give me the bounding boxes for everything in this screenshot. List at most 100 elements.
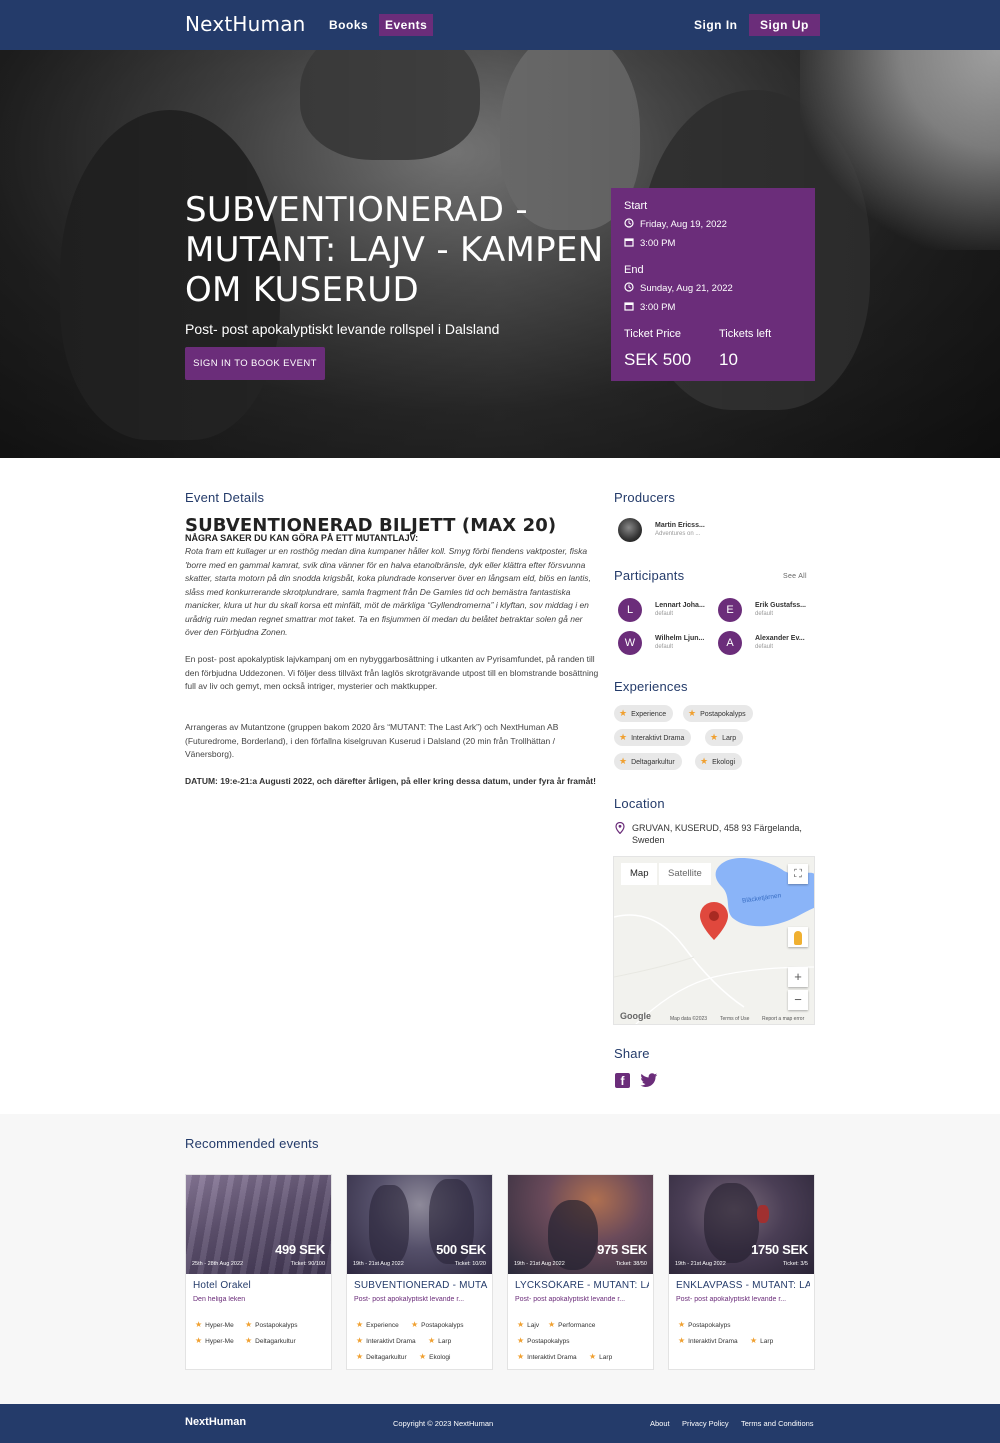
event-card[interactable]: 499 SEK 25th - 28th Aug 2022 Ticket: 90/… bbox=[185, 1174, 332, 1370]
event-date: 19th - 21st Aug 2022 bbox=[675, 1261, 726, 1267]
event-card-title: LYCKSÖKARE - MUTANT: LAJ... bbox=[515, 1280, 649, 1291]
event-tag: ★ Postapokalyps bbox=[245, 1320, 297, 1329]
thumbnail-figure bbox=[369, 1185, 409, 1265]
tag-label: Postapokalyps bbox=[688, 1322, 731, 1329]
google-logo: Google bbox=[620, 1011, 651, 1021]
event-price: 499 SEK bbox=[275, 1242, 325, 1257]
share-heading: Share bbox=[614, 1046, 650, 1061]
event-thumbnail: 1750 SEK 19th - 21st Aug 2022 Ticket: 3/… bbox=[669, 1175, 814, 1274]
start-date: Friday, Aug 19, 2022 bbox=[640, 219, 727, 230]
participant-role: default bbox=[655, 611, 674, 617]
event-tickets: Ticket: 90/100 bbox=[290, 1261, 325, 1267]
star-icon: ★ bbox=[619, 756, 628, 766]
location-map[interactable]: Bläcketjärnen Map Satellite ⛶ + − Google… bbox=[613, 856, 815, 1025]
event-card[interactable]: 1750 SEK 19th - 21st Aug 2022 Ticket: 3/… bbox=[668, 1174, 815, 1370]
footer-about-link[interactable]: About bbox=[650, 1419, 670, 1428]
event-card-subtitle: Post- post apokalyptiskt levande r... bbox=[515, 1296, 626, 1303]
zoom-out-icon[interactable]: − bbox=[788, 990, 808, 1010]
tag-label: Interaktivt Drama bbox=[366, 1338, 416, 1345]
star-icon: ★ bbox=[517, 1352, 525, 1361]
participant-name: Wilhelm Ljun... bbox=[655, 635, 705, 642]
event-tickets: Ticket: 38/50 bbox=[615, 1261, 647, 1267]
clock-icon bbox=[624, 282, 634, 292]
signup-button[interactable]: Sign Up bbox=[749, 14, 820, 36]
event-card-subtitle: Post- post apokalyptiskt levande r... bbox=[354, 1296, 465, 1303]
event-tag: ★ Interaktivt Drama bbox=[517, 1352, 577, 1361]
footer-terms-link[interactable]: Terms and Conditions bbox=[741, 1419, 814, 1428]
event-thumbnail: 499 SEK 25th - 28th Aug 2022 Ticket: 90/… bbox=[186, 1175, 331, 1274]
tag-label: Deltagarkultur bbox=[631, 759, 675, 766]
event-tag: ★ Hyper-Me bbox=[195, 1320, 234, 1329]
map-marker-icon[interactable] bbox=[698, 901, 730, 941]
event-tag: ★ Experience bbox=[356, 1320, 399, 1329]
copyright-text: Copyright © 2023 NextHuman bbox=[393, 1419, 494, 1428]
pegman-icon[interactable] bbox=[788, 927, 808, 947]
star-icon: ★ bbox=[195, 1320, 203, 1329]
event-tag: ★ Lajv bbox=[517, 1320, 539, 1329]
map-view-tab[interactable]: Map bbox=[621, 863, 658, 885]
event-price: 975 SEK bbox=[597, 1242, 647, 1257]
event-tag: ★ Larp bbox=[428, 1336, 451, 1345]
calendar-icon bbox=[624, 302, 634, 311]
start-time-row: 3:00 PM bbox=[624, 237, 675, 251]
event-price: 500 SEK bbox=[436, 1242, 486, 1257]
recommended-section bbox=[0, 1114, 1000, 1404]
star-icon: ★ bbox=[419, 1352, 427, 1361]
satellite-view-tab[interactable]: Satellite bbox=[659, 863, 711, 885]
event-tag: ★ Deltagarkultur bbox=[245, 1336, 296, 1345]
event-date: 19th - 21st Aug 2022 bbox=[514, 1261, 565, 1267]
map-report-link[interactable]: Report a map error bbox=[762, 1016, 804, 1022]
twitter-icon[interactable] bbox=[640, 1073, 658, 1088]
tag-label: Lajv bbox=[527, 1322, 540, 1329]
event-card[interactable]: 975 SEK 19th - 21st Aug 2022 Ticket: 38/… bbox=[507, 1174, 654, 1370]
star-icon: ★ bbox=[750, 1336, 758, 1345]
details-paragraph: Rota fram ett kullager ur en rosthög med… bbox=[185, 546, 591, 637]
nav-books-link[interactable]: Books bbox=[323, 14, 374, 36]
tag-label: Performance bbox=[558, 1322, 596, 1329]
event-tag: ★ Postapokalyps bbox=[517, 1336, 569, 1345]
nav-events-link[interactable]: Events bbox=[379, 14, 434, 36]
map-terms-link[interactable]: Terms of Use bbox=[720, 1016, 749, 1022]
ticket-price-label: Ticket Price bbox=[624, 328, 682, 340]
event-tag: ★ Deltagarkultur bbox=[356, 1352, 407, 1361]
experience-tag[interactable]: ★ Ekologi bbox=[695, 753, 743, 770]
details-date-paragraph: DATUM: 19:e-21:a Augusti 2022, och däref… bbox=[185, 776, 596, 786]
experience-tag[interactable]: ★ Deltagarkultur bbox=[614, 753, 682, 770]
event-card-title: ENKLAVPASS - MUTANT: LAJ... bbox=[676, 1280, 810, 1291]
fullscreen-icon[interactable]: ⛶ bbox=[788, 864, 808, 884]
experience-tag[interactable]: ★ Interaktivt Drama bbox=[614, 729, 692, 746]
tag-label: Deltagarkultur bbox=[366, 1354, 407, 1361]
event-subtitle: Post- post apokalyptiskt levande rollspe… bbox=[185, 321, 500, 337]
end-date: Sunday, Aug 21, 2022 bbox=[640, 283, 733, 294]
tag-label: Postapokalyps bbox=[421, 1322, 464, 1329]
details-paragraph: Arrangeras av Mutantzone (gruppen bakom … bbox=[185, 722, 559, 759]
book-event-button[interactable]: SIGN IN TO BOOK EVENT bbox=[185, 347, 325, 380]
brand-logo[interactable]: NextHuman bbox=[185, 12, 306, 36]
tag-label: Interaktivt Drama bbox=[631, 735, 685, 742]
event-tickets: Ticket: 10/20 bbox=[454, 1261, 486, 1267]
footer-privacy-link[interactable]: Privacy Policy bbox=[682, 1419, 729, 1428]
tag-label: Postapokalyps bbox=[527, 1338, 570, 1345]
participant-role: default bbox=[755, 611, 774, 617]
star-icon: ★ bbox=[678, 1320, 686, 1329]
star-icon: ★ bbox=[517, 1320, 525, 1329]
event-card-subtitle: Den heliga leken bbox=[193, 1296, 246, 1303]
tag-label: Postapokalyps bbox=[255, 1322, 298, 1329]
details-subheading: NÅGRA SAKER DU KAN GÖRA PÅ ETT MUTANTLAJ… bbox=[185, 533, 419, 543]
see-all-link[interactable]: See All bbox=[783, 573, 807, 580]
signin-link[interactable]: Sign In bbox=[683, 14, 749, 36]
participant-name: Alexander Ev... bbox=[755, 635, 805, 642]
star-icon: ★ bbox=[700, 756, 709, 766]
event-tickets: Ticket: 3/5 bbox=[782, 1261, 808, 1267]
footer-brand[interactable]: NextHuman bbox=[185, 1416, 246, 1428]
location-heading: Location bbox=[614, 796, 665, 811]
star-icon: ★ bbox=[245, 1320, 253, 1329]
facebook-icon[interactable]: f bbox=[615, 1073, 630, 1088]
zoom-in-icon[interactable]: + bbox=[788, 967, 808, 987]
event-card[interactable]: 500 SEK 19th - 21st Aug 2022 Ticket: 10/… bbox=[346, 1174, 493, 1370]
tickets-left-value: 10 bbox=[719, 350, 738, 369]
event-date: 25th - 28th Aug 2022 bbox=[192, 1261, 244, 1267]
experience-tag[interactable]: ★ Experience bbox=[614, 705, 674, 722]
experience-tag[interactable]: ★ Larp bbox=[705, 729, 744, 746]
experience-tag[interactable]: ★ Postapokalyps bbox=[683, 705, 753, 722]
